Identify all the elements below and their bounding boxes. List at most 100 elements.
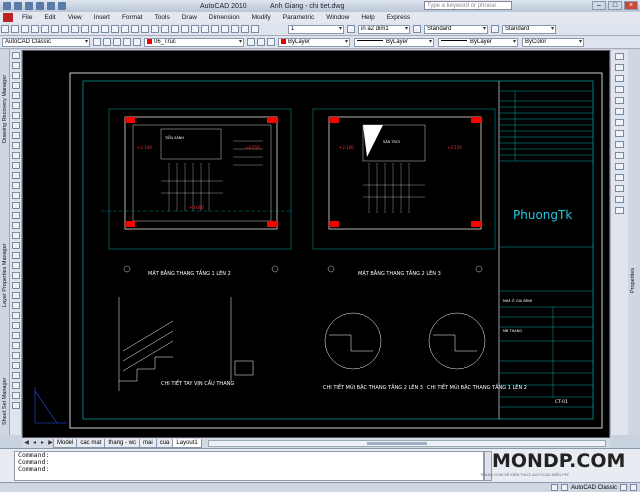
circle-icon[interactable]: [11, 112, 20, 119]
layer-on-icon[interactable]: [123, 38, 131, 46]
new-icon[interactable]: [14, 2, 22, 10]
layer-combo[interactable]: 06_Truc: [144, 37, 244, 47]
dimstyle-combo[interactable]: in a2 dim1: [358, 24, 410, 34]
grid-icon[interactable]: [560, 484, 568, 491]
text-icon[interactable]: [615, 119, 624, 126]
maximize-button[interactable]: □: [608, 1, 622, 10]
layer-properties-icon[interactable]: [103, 38, 111, 46]
make-current-icon[interactable]: [247, 38, 255, 46]
list-icon[interactable]: [615, 97, 624, 104]
menu-modify[interactable]: Modify: [246, 14, 277, 21]
layer-state-icon[interactable]: [113, 38, 121, 46]
tab-model[interactable]: Model: [53, 438, 78, 448]
menu-window[interactable]: Window: [320, 14, 355, 21]
layer-freeze-icon[interactable]: [133, 38, 141, 46]
workspace-switch[interactable]: AutoCAD Classic: [571, 485, 617, 491]
offset-icon[interactable]: [11, 282, 20, 289]
make-block-icon[interactable]: [11, 172, 20, 179]
add-selected-icon[interactable]: [11, 242, 20, 249]
textstyle-combo[interactable]: Standard: [424, 24, 488, 34]
spline-icon[interactable]: [11, 132, 20, 139]
id-point-icon[interactable]: [615, 108, 624, 115]
paste-icon[interactable]: [81, 25, 89, 33]
properties-icon[interactable]: [161, 25, 169, 33]
redo-icon[interactable]: [111, 25, 119, 33]
copy-icon[interactable]: [71, 25, 79, 33]
revcloud-icon[interactable]: [11, 122, 20, 129]
close-button[interactable]: ×: [624, 1, 638, 10]
region-icon[interactable]: [11, 212, 20, 219]
tab-mai[interactable]: mai: [139, 438, 157, 448]
scale-icon[interactable]: [11, 322, 20, 329]
cut-icon[interactable]: [61, 25, 69, 33]
xref-icon[interactable]: [615, 174, 624, 181]
save-icon[interactable]: [21, 25, 29, 33]
linetype-combo[interactable]: ByLayer: [354, 37, 434, 47]
tab-cua[interactable]: cua: [155, 438, 174, 448]
minimize-button[interactable]: –: [592, 1, 606, 10]
save-icon[interactable]: [36, 2, 44, 10]
ellipse-arc-icon[interactable]: [11, 152, 20, 159]
mirror-icon[interactable]: [11, 272, 20, 279]
menu-help[interactable]: Help: [355, 14, 380, 21]
annotation-scale-icon[interactable]: [231, 25, 239, 33]
menu-file[interactable]: File: [16, 14, 38, 21]
dimension-icon[interactable]: [615, 130, 624, 137]
explode-icon[interactable]: [11, 402, 20, 409]
prev-tab-icon[interactable]: ◂: [31, 440, 38, 447]
publish-icon[interactable]: [51, 25, 59, 33]
workspace-combo[interactable]: AutoCAD Classic: [2, 37, 90, 47]
print-icon[interactable]: [31, 25, 39, 33]
tab-cac-mat[interactable]: cac mat: [76, 438, 106, 448]
refresh-icon[interactable]: [615, 207, 624, 214]
area-icon[interactable]: [615, 86, 624, 93]
palette-properties[interactable]: Properties: [628, 250, 638, 310]
point-icon[interactable]: [11, 182, 20, 189]
tab-layout1[interactable]: Layout1: [172, 438, 202, 448]
menu-express[interactable]: Express: [381, 14, 416, 21]
palette-drawing-recovery[interactable]: Drawing Recovery Manager: [0, 54, 10, 164]
layer-icon[interactable]: [615, 53, 624, 60]
viewport-icon[interactable]: [615, 196, 624, 203]
table-style-icon[interactable]: [413, 25, 421, 33]
layer-tools-icon[interactable]: [267, 38, 275, 46]
copy-object-icon[interactable]: [11, 262, 20, 269]
redo-icon[interactable]: [58, 2, 66, 10]
fillet-icon[interactable]: [11, 392, 20, 399]
image-icon[interactable]: [615, 185, 624, 192]
open-icon[interactable]: [25, 2, 33, 10]
erase-icon[interactable]: [11, 252, 20, 259]
tablestyle-combo[interactable]: Standard: [502, 24, 556, 34]
palette-layer-properties[interactable]: Layer Properties Manager: [0, 220, 10, 330]
hatch-icon[interactable]: [11, 192, 20, 199]
stretch-icon[interactable]: [11, 332, 20, 339]
table-icon[interactable]: [11, 222, 20, 229]
menu-view[interactable]: View: [62, 14, 88, 21]
match-properties-icon[interactable]: [91, 25, 99, 33]
extend-icon[interactable]: [11, 352, 20, 359]
sheet-set-icon[interactable]: [191, 25, 199, 33]
hatch-edit-icon[interactable]: [615, 152, 624, 159]
command-prompt[interactable]: Command:: [15, 466, 483, 473]
search-input[interactable]: Type a keyword or phrase: [424, 1, 512, 10]
autocad-logo-icon[interactable]: [3, 13, 13, 22]
insert-block-icon[interactable]: [11, 162, 20, 169]
layer-previous-icon[interactable]: [257, 38, 265, 46]
leader-icon[interactable]: [615, 141, 624, 148]
menu-draw[interactable]: Draw: [176, 14, 203, 21]
quickcalc-icon[interactable]: [211, 25, 219, 33]
fullscreen-icon[interactable]: [630, 484, 637, 491]
break-icon[interactable]: [11, 362, 20, 369]
color-combo[interactable]: ByLayer: [278, 37, 350, 47]
array-icon[interactable]: [11, 292, 20, 299]
dim-style-icon[interactable]: [347, 25, 355, 33]
pan-icon[interactable]: [121, 25, 129, 33]
chamfer-icon[interactable]: [11, 382, 20, 389]
ellipse-icon[interactable]: [11, 142, 20, 149]
lineweight-combo[interactable]: ByLayer: [438, 37, 518, 47]
menu-tools[interactable]: Tools: [149, 14, 176, 21]
move-icon[interactable]: [11, 302, 20, 309]
distance-icon[interactable]: [615, 75, 624, 82]
trim-icon[interactable]: [11, 342, 20, 349]
rectangle-icon[interactable]: [11, 92, 20, 99]
